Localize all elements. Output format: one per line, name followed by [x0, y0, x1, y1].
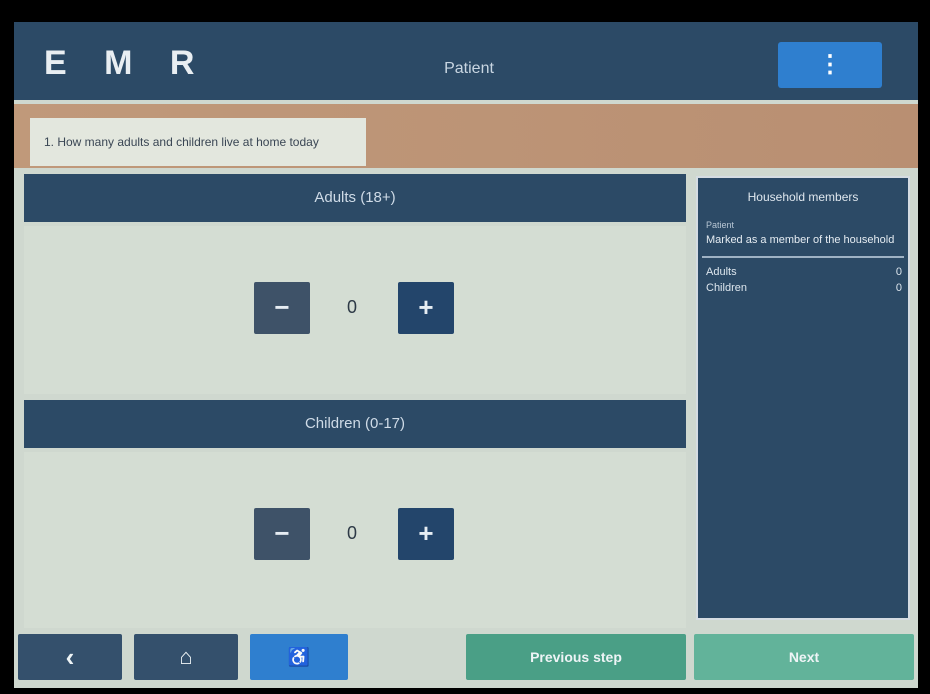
summary-divider: [702, 256, 904, 258]
children-count: 0: [346, 523, 357, 543]
back-button[interactable]: ‹: [18, 634, 122, 680]
menu-button[interactable]: ⋮: [778, 42, 882, 88]
adults-increment-button[interactable]: +: [398, 282, 454, 334]
emr-screen: E M R Patient ⋮ 1. How many adults and c…: [14, 22, 918, 688]
app-logo: E M R: [44, 44, 209, 82]
accessibility-icon: ♿: [287, 647, 311, 667]
adults-section-header: Adults (18+): [24, 174, 686, 222]
children-increment-button[interactable]: +: [398, 508, 454, 560]
kebab-icon: ⋮: [818, 51, 842, 78]
summary-row-count: 0: [895, 266, 902, 278]
summary-row-label: Adults: [706, 266, 737, 278]
summary-row-label: Children: [706, 282, 747, 294]
home-button[interactable]: ⌂: [134, 634, 238, 680]
summary-title: Household members: [747, 190, 859, 204]
adults-count: 0: [346, 297, 357, 317]
page-title: Patient: [444, 60, 494, 77]
household-summary-panel: Household members Patient Marked as a me…: [696, 176, 910, 620]
plus-icon: +: [418, 292, 434, 322]
minus-icon: −: [274, 518, 290, 548]
summary-row-count: 0: [895, 282, 902, 294]
minus-icon: −: [274, 292, 290, 322]
summary-sub-label: Patient: [706, 220, 735, 230]
app-header: E M R Patient ⋮: [14, 22, 918, 100]
adults-panel: − 0 +: [24, 226, 686, 394]
summary-row-children: Children 0: [706, 282, 902, 294]
back-chevron-icon: ‹: [65, 642, 75, 672]
question-tab: 1. How many adults and children live at …: [30, 118, 366, 166]
children-section-header: Children (0-17): [24, 400, 686, 448]
summary-row-adults: Adults 0: [706, 266, 902, 278]
next-button[interactable]: Next: [694, 634, 914, 680]
children-decrement-button[interactable]: −: [254, 508, 310, 560]
accessibility-button[interactable]: ♿: [250, 634, 348, 680]
plus-icon: +: [418, 518, 434, 548]
summary-sub-value: Marked as a member of the household: [706, 234, 895, 246]
adults-decrement-button[interactable]: −: [254, 282, 310, 334]
home-icon: ⌂: [179, 644, 193, 669]
previous-step-button[interactable]: Previous step: [466, 634, 686, 680]
children-panel: − 0 +: [24, 452, 686, 628]
